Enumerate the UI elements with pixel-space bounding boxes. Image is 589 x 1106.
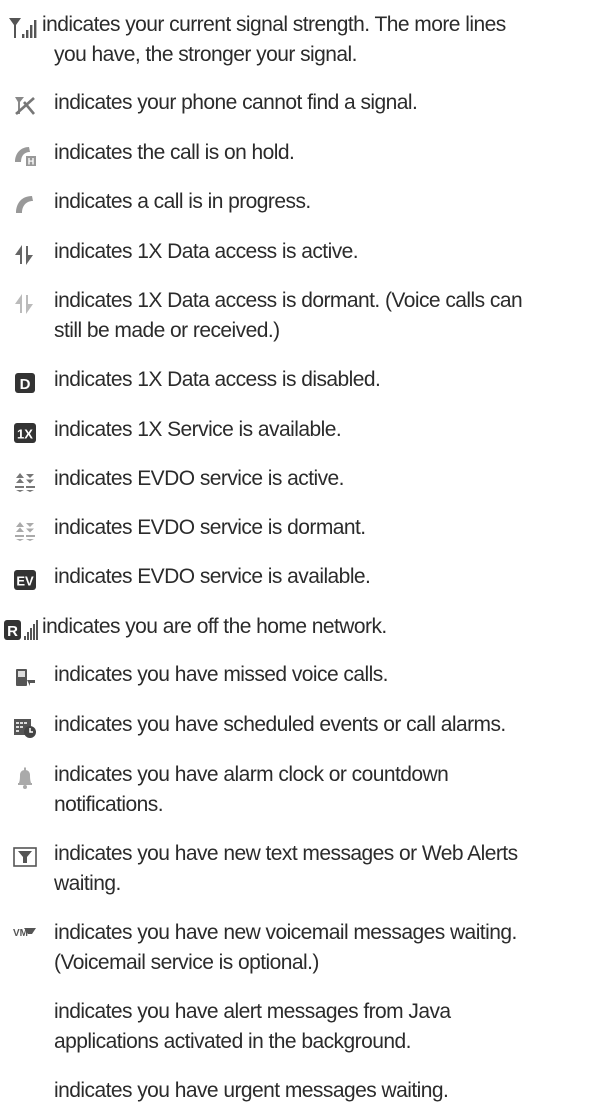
entry-text: indicates 1X Data access is active.	[54, 240, 359, 263]
evdo-dormant-icon	[12, 519, 38, 543]
signal-strength-icon	[8, 16, 42, 40]
call-on-hold-icon: H	[12, 144, 38, 168]
entry-text: indicates 1X Data access is dormant. (Vo…	[54, 289, 523, 312]
text-message-icon	[12, 845, 38, 869]
entry-text: indicates you have missed voice calls.	[54, 663, 388, 686]
alarm-bell-icon	[12, 766, 38, 790]
entry-text: indicates 1X Service is available.	[54, 418, 342, 441]
call-in-progress-icon	[12, 193, 38, 217]
entry-text: indicates the call is on hold.	[54, 141, 295, 164]
data-active-icon	[12, 243, 38, 267]
missed-calls-icon	[12, 666, 38, 690]
1x-service-icon: 1X	[12, 421, 38, 445]
data-disabled-icon: D	[12, 371, 38, 395]
entry-text: indicates 1X Data access is disabled.	[54, 368, 381, 391]
entry-text: indicates you are off the home network.	[42, 615, 387, 638]
scheduled-events-icon	[12, 716, 38, 740]
svg-text:H: H	[28, 157, 35, 167]
evdo-available-glyph: EV	[16, 574, 34, 589]
entry-text-continued: waiting.	[54, 872, 121, 895]
entry-text-continued: (Voicemail service is optional.)	[54, 951, 319, 974]
entry-text: indicates you have alert messages from J…	[54, 1000, 451, 1023]
evdo-available-icon: EV	[12, 568, 38, 592]
entry-text: indicates you have new voicemail message…	[54, 921, 517, 944]
entry-text: indicates your current signal strength. …	[42, 13, 506, 36]
urgent-message-icon	[12, 1082, 38, 1106]
java-alert-icon	[12, 1003, 38, 1027]
roaming-glyph: R	[7, 623, 18, 640]
entry-text: indicates EVDO service is available.	[54, 565, 371, 588]
entry-text-continued: you have, the stronger your signal.	[54, 43, 358, 66]
entry-text-continued: applications activated in the background…	[54, 1030, 411, 1053]
evdo-active-icon	[12, 470, 38, 494]
entry-text: indicates you have urgent messages waiti…	[54, 1079, 449, 1102]
roaming-icon: R	[3, 618, 41, 642]
entry-text-continued: still be made or received.)	[54, 319, 280, 342]
data-dormant-icon	[12, 292, 38, 316]
voicemail-icon: VM	[12, 924, 38, 948]
entry-text: indicates EVDO service is active.	[54, 467, 345, 490]
entry-text-continued: notifications.	[54, 793, 164, 816]
entry-text: indicates you have new text messages or …	[54, 842, 518, 865]
data-disabled-glyph: D	[20, 376, 31, 393]
no-signal-icon	[12, 94, 38, 118]
entry-text: indicates your phone cannot find a signa…	[54, 91, 418, 114]
1x-service-glyph: 1X	[17, 427, 33, 442]
entry-text: indicates EVDO service is dormant.	[54, 516, 366, 539]
entry-text: indicates you have scheduled events or c…	[54, 713, 506, 736]
entry-text: indicates a call is in progress.	[54, 190, 311, 213]
entry-text: indicates you have alarm clock or countd…	[54, 763, 449, 786]
